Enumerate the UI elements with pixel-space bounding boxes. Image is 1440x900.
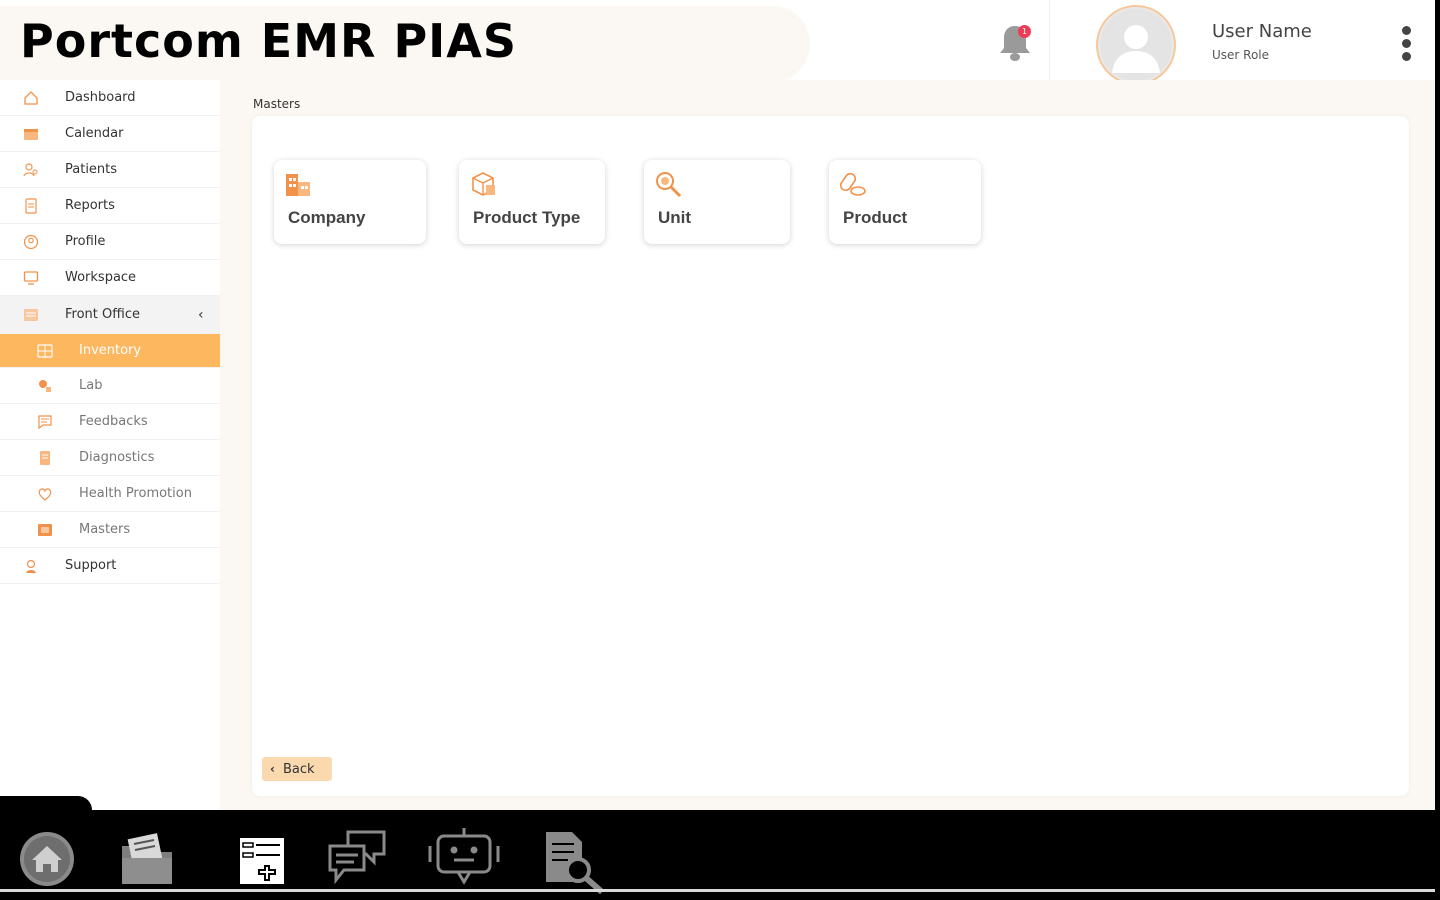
health-promotion-icon bbox=[36, 485, 54, 503]
tile-label: Company bbox=[288, 208, 366, 227]
patients-icon bbox=[22, 161, 40, 179]
tile-product[interactable]: Product bbox=[829, 160, 981, 244]
back-button[interactable]: ‹ Back bbox=[262, 757, 332, 781]
sidebar-item-patients[interactable]: Patients bbox=[0, 152, 220, 188]
feedback-icon bbox=[36, 413, 54, 431]
medical-record-icon[interactable] bbox=[238, 836, 286, 890]
header-divider bbox=[1049, 0, 1050, 80]
avatar[interactable] bbox=[1096, 5, 1176, 85]
sidebar-item-label: Health Promotion bbox=[79, 486, 192, 501]
folder-documents-icon[interactable] bbox=[120, 832, 176, 892]
sidebar-item-calendar[interactable]: Calendar bbox=[0, 116, 220, 152]
tile-label: Unit bbox=[658, 208, 692, 227]
lab-icon bbox=[36, 377, 54, 395]
sidebar-item-masters[interactable]: Masters bbox=[0, 512, 220, 548]
chat-icon[interactable] bbox=[328, 830, 386, 890]
taskbar-divider bbox=[0, 889, 1435, 892]
sidebar-item-front-office[interactable]: Front Office ‹ bbox=[0, 296, 220, 334]
workspace-icon bbox=[22, 269, 40, 287]
screen-edge bbox=[1435, 0, 1440, 900]
sidebar-item-profile[interactable]: Profile bbox=[0, 224, 220, 260]
masters-icon bbox=[36, 521, 54, 539]
home-icon[interactable] bbox=[18, 830, 76, 892]
sidebar-item-reports[interactable]: Reports bbox=[0, 188, 220, 224]
front-office-icon bbox=[22, 306, 40, 324]
sidebar-item-label: Inventory bbox=[79, 343, 142, 358]
sidebar-item-label: Calendar bbox=[65, 126, 124, 141]
chevron-left-icon: ‹ bbox=[270, 762, 275, 776]
content-card: Company Product Type Unit Product ‹ Back bbox=[252, 116, 1409, 796]
sidebar-item-lab[interactable]: Lab bbox=[0, 368, 220, 404]
product-pills-icon bbox=[839, 170, 867, 198]
profile-icon bbox=[22, 233, 40, 251]
sidebar-item-label: Profile bbox=[65, 234, 106, 249]
product-type-box-icon bbox=[469, 170, 497, 198]
breadcrumb: Masters bbox=[253, 97, 301, 111]
chevron-left-icon[interactable]: ‹ bbox=[198, 307, 204, 323]
inventory-icon bbox=[36, 342, 54, 360]
sidebar-item-label: Reports bbox=[65, 198, 115, 213]
reports-icon bbox=[22, 197, 40, 215]
back-label: Back bbox=[282, 761, 315, 777]
sidebar-item-health-promotion[interactable]: Health Promotion bbox=[0, 476, 220, 512]
main-content: Masters Company Product Type Unit Produc… bbox=[220, 80, 1435, 810]
tile-company[interactable]: Company bbox=[274, 160, 426, 244]
company-building-icon bbox=[284, 170, 312, 198]
tile-unit[interactable]: Unit bbox=[644, 160, 790, 244]
home-icon bbox=[22, 89, 40, 107]
robot-icon[interactable] bbox=[428, 826, 500, 894]
sidebar-item-label: Diagnostics bbox=[79, 450, 155, 465]
sidebar-item-workspace[interactable]: Workspace bbox=[0, 260, 220, 296]
diagnostics-icon bbox=[36, 449, 54, 467]
sidebar: Dashboard Calendar Patients Reports Prof… bbox=[0, 80, 220, 810]
app-title: Portcom EMR PIAS bbox=[20, 14, 518, 68]
sidebar-item-diagnostics[interactable]: Diagnostics bbox=[0, 440, 220, 476]
sidebar-item-label: Lab bbox=[79, 378, 103, 393]
tile-product-type[interactable]: Product Type bbox=[459, 160, 605, 244]
sidebar-item-label: Workspace bbox=[65, 270, 137, 285]
sidebar-item-inventory[interactable]: Inventory bbox=[0, 334, 220, 368]
sidebar-item-dashboard[interactable]: Dashboard bbox=[0, 80, 220, 116]
tile-label: Product bbox=[843, 208, 908, 227]
taskbar bbox=[0, 810, 1440, 900]
user-role: User Role bbox=[1212, 48, 1270, 62]
unit-search-icon bbox=[654, 170, 682, 198]
top-header: Portcom EMR PIAS 1 User Name User Role bbox=[0, 0, 1440, 85]
sidebar-item-label: Dashboard bbox=[65, 90, 136, 105]
sidebar-item-label: Front Office bbox=[65, 307, 140, 322]
sidebar-item-support[interactable]: Support bbox=[0, 548, 220, 584]
more-options-icon[interactable] bbox=[1398, 26, 1414, 64]
sidebar-item-label: Feedbacks bbox=[79, 414, 148, 429]
sidebar-item-label: Masters bbox=[79, 522, 131, 537]
title-banner: Portcom EMR PIAS bbox=[0, 6, 810, 82]
sidebar-item-feedbacks[interactable]: Feedbacks bbox=[0, 404, 220, 440]
sidebar-item-label: Support bbox=[65, 558, 117, 573]
support-icon bbox=[22, 557, 40, 575]
notification-badge: 1 bbox=[1018, 25, 1031, 38]
sidebar-item-label: Patients bbox=[65, 162, 118, 177]
user-name: User Name bbox=[1212, 21, 1312, 42]
calendar-icon bbox=[22, 125, 40, 143]
tile-label: Product Type bbox=[473, 208, 581, 227]
